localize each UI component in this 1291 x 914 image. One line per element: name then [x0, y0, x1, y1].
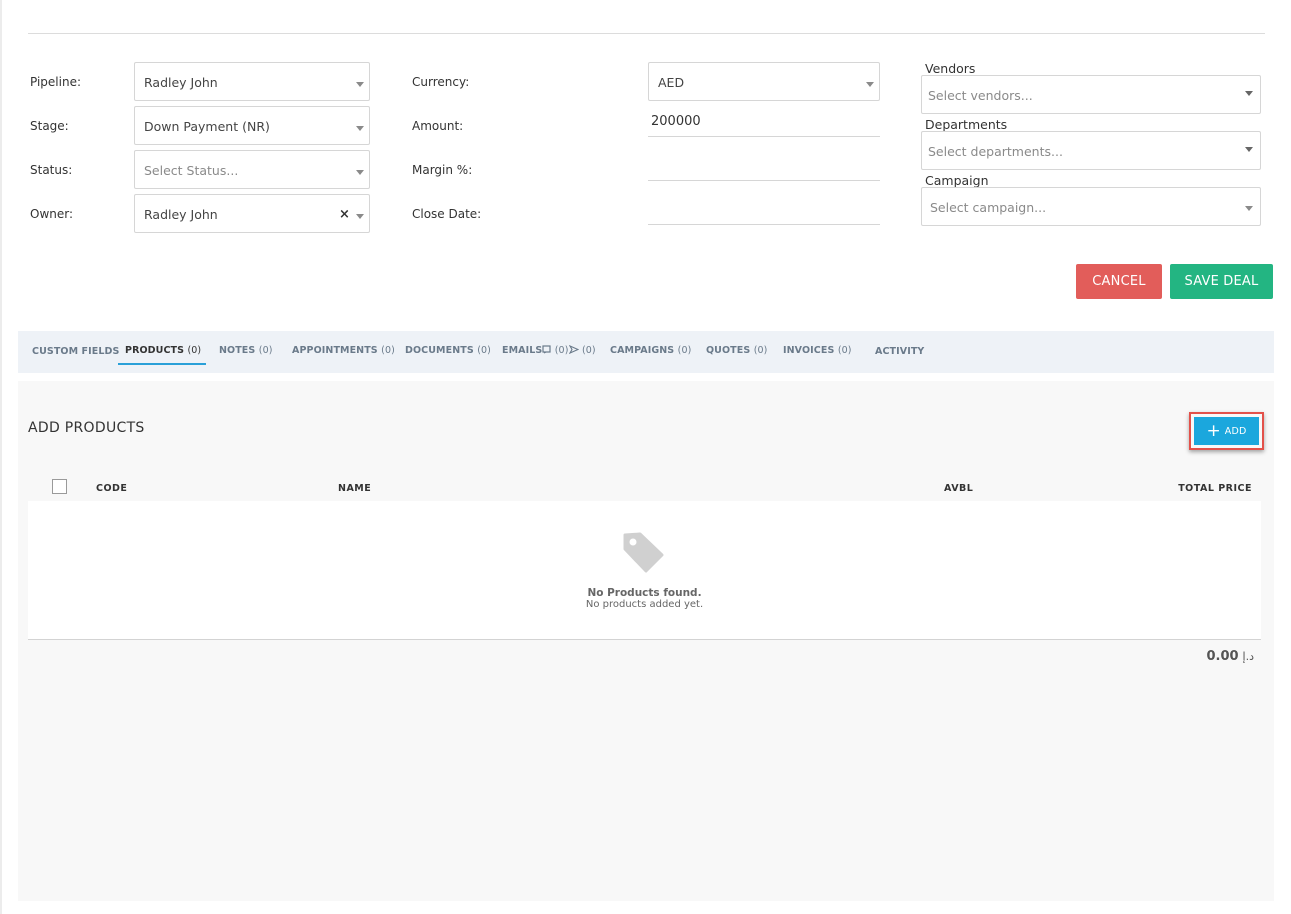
campaign-placeholder: Select campaign...: [930, 200, 1047, 215]
vendors-label: Vendors: [925, 61, 976, 76]
status-label: Status:: [30, 163, 73, 177]
add-products-title: ADD PRODUCTS: [28, 420, 145, 436]
cancel-button[interactable]: CANCEL: [1076, 264, 1162, 299]
chevron-down-icon: [356, 214, 364, 219]
tab-count: (0): [381, 345, 395, 356]
chevron-down-icon: [1245, 147, 1253, 152]
tab-label: CAMPAIGNS: [610, 345, 675, 356]
amount-input[interactable]: 200000: [648, 107, 880, 137]
column-header-avbl: AVBL: [944, 483, 974, 494]
column-header-name: NAME: [338, 483, 372, 494]
add-button-body: + ADD: [1194, 417, 1259, 445]
margin-label: Margin %:: [412, 163, 473, 177]
chevron-down-icon: [1245, 206, 1253, 211]
tab-count: (0): [187, 345, 202, 356]
campaign-label: Campaign: [925, 173, 989, 188]
currency-select[interactable]: AED: [648, 62, 880, 101]
tab-label: PRODUCTS: [125, 345, 185, 356]
tab-label: EMAILS: [502, 345, 543, 356]
pipeline-select[interactable]: Radley John: [134, 62, 370, 101]
chevron-down-icon: [356, 82, 364, 87]
products-panel: ADD PRODUCTS + ADD CODE NAME AVBL TOTAL …: [18, 381, 1274, 901]
tab-count: (0): [258, 345, 273, 356]
tab-appointments[interactable]: APPOINTMENTS (0): [292, 345, 395, 356]
empty-state-title: No Products found.: [587, 587, 702, 599]
owner-select[interactable]: Radley John ×: [134, 194, 370, 233]
departments-label: Departments: [925, 117, 1008, 132]
chevron-down-icon: [356, 170, 364, 175]
tab-count: (0): [837, 345, 852, 356]
tab-count: (0): [581, 345, 596, 356]
currency-label: Currency:: [412, 75, 470, 89]
status-placeholder: Select Status...: [144, 163, 239, 178]
owner-value: Radley John: [144, 207, 218, 222]
tab-count: (0): [677, 345, 692, 356]
tab-notes[interactable]: NOTES (0): [219, 345, 273, 356]
chevron-down-icon: [1245, 91, 1253, 96]
tab-invoices[interactable]: INVOICES (0): [783, 345, 852, 356]
margin-input[interactable]: [648, 151, 880, 181]
header-divider: [28, 33, 1265, 34]
stage-label: Stage:: [30, 119, 69, 133]
stage-value: Down Payment (NR): [144, 119, 270, 134]
tab-emails[interactable]: EMAILS (0) (0): [502, 345, 596, 356]
tab-activity[interactable]: ACTIVITY: [875, 346, 924, 357]
vendors-select[interactable]: Select vendors...: [921, 75, 1261, 114]
pipeline-label: Pipeline:: [30, 75, 82, 89]
products-total: 0.00 د.إ: [1206, 649, 1254, 664]
close-date-label: Close Date:: [412, 207, 482, 221]
status-select[interactable]: Select Status...: [134, 150, 370, 189]
tab-campaigns[interactable]: CAMPAIGNS (0): [610, 345, 691, 356]
chevron-down-icon: [356, 126, 364, 131]
add-button-label: ADD: [1224, 425, 1247, 437]
add-product-button[interactable]: + ADD: [1189, 412, 1264, 450]
tab-label: NOTES: [219, 345, 256, 356]
currency-value: AED: [658, 75, 685, 90]
inbox-icon: [542, 345, 551, 354]
window-edge: [0, 0, 2, 914]
departments-select[interactable]: Select departments...: [921, 131, 1261, 170]
tab-label: QUOTES: [706, 345, 751, 356]
save-deal-button[interactable]: SAVE DEAL: [1170, 264, 1273, 299]
tag-icon: [623, 532, 664, 573]
amount-value: 200000: [651, 114, 701, 129]
tab-label: ACTIVITY: [875, 346, 925, 357]
products-table-body: No Products found. No products added yet…: [28, 501, 1261, 640]
campaign-select[interactable]: Select campaign...: [921, 187, 1261, 226]
tab-count: (0): [554, 345, 569, 356]
tab-custom-fields[interactable]: CUSTOM FIELDS: [32, 346, 119, 357]
tab-count: (0): [753, 345, 768, 356]
tab-count: (0): [477, 345, 491, 356]
tab-bar: CUSTOM FIELDS PRODUCTS (0) NOTES (0) APP…: [18, 331, 1274, 373]
active-tab-indicator: [118, 363, 206, 365]
column-header-code: CODE: [96, 483, 128, 494]
tab-label: DOCUMENTS: [405, 345, 474, 356]
pipeline-value: Radley John: [144, 75, 218, 90]
tab-documents[interactable]: DOCUMENTS (0): [405, 345, 491, 356]
currency-symbol: د.إ: [1242, 650, 1254, 663]
tab-quotes[interactable]: QUOTES (0): [706, 345, 767, 356]
tab-label: INVOICES: [783, 345, 835, 356]
column-header-total-price: TOTAL PRICE: [1178, 483, 1252, 494]
close-date-input[interactable]: [648, 195, 880, 225]
select-all-checkbox[interactable]: [52, 479, 67, 494]
chevron-down-icon: [866, 82, 874, 87]
clear-icon[interactable]: ×: [339, 208, 350, 221]
tab-products[interactable]: PRODUCTS (0): [125, 345, 201, 356]
total-value: 0.00: [1206, 649, 1239, 664]
tab-label: CUSTOM FIELDS: [32, 346, 120, 357]
empty-state-subtitle: No products added yet.: [585, 599, 704, 610]
amount-label: Amount:: [412, 119, 464, 133]
departments-placeholder: Select departments...: [928, 144, 1063, 159]
plus-icon: +: [1206, 420, 1221, 441]
send-icon: [568, 345, 579, 354]
owner-label: Owner:: [30, 207, 74, 221]
tab-label: APPOINTMENTS: [292, 345, 378, 356]
vendors-placeholder: Select vendors...: [928, 88, 1033, 103]
stage-select[interactable]: Down Payment (NR): [134, 106, 370, 145]
